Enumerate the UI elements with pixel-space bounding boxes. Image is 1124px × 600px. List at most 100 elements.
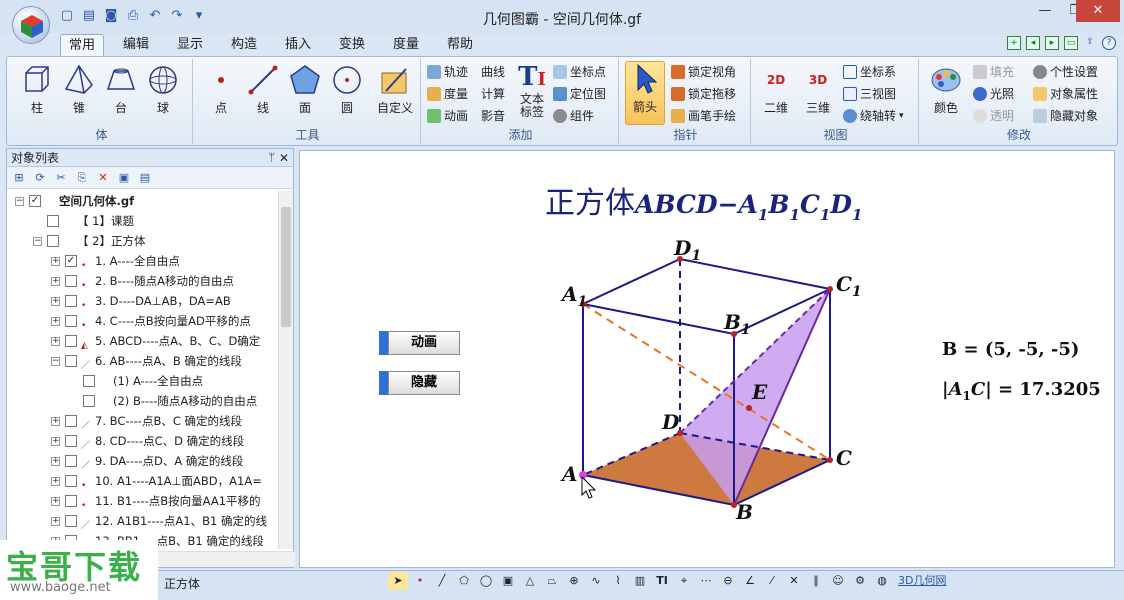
visibility-checkbox[interactable] [65, 295, 77, 307]
close-button[interactable]: ✕ [1076, 0, 1120, 22]
cone-tool-icon[interactable]: △ [520, 572, 540, 590]
2d-button[interactable]: 2D 二维 [757, 63, 795, 116]
tree-row[interactable]: (1) A----全自由点 [7, 371, 279, 391]
expand-toggle-icon[interactable]: + [51, 437, 60, 446]
frustum-button[interactable]: 台 [101, 63, 141, 116]
tree-row[interactable]: +【 1】课题 [7, 211, 279, 231]
fill-button[interactable]: 填充 [973, 63, 1014, 80]
expand-all-icon[interactable]: ⊞ [11, 171, 27, 184]
visibility-checkbox[interactable] [65, 355, 77, 367]
lock-view-button[interactable]: 锁定视角 [671, 63, 736, 80]
face-button[interactable]: 面 [285, 63, 325, 116]
visibility-checkbox[interactable] [65, 455, 77, 467]
properties-icon[interactable]: ▤ [137, 171, 153, 184]
visibility-checkbox[interactable] [65, 275, 77, 287]
visibility-checkbox[interactable] [65, 335, 77, 347]
tree-row[interactable]: (2) B----随点A移动的自由点 [7, 391, 279, 411]
transparent-button[interactable]: 透明 [973, 107, 1014, 124]
color-button[interactable]: 颜色 [925, 63, 967, 116]
visibility-checkbox[interactable] [65, 515, 77, 527]
tree-row[interactable]: + • 10. A1----A1A⊥面ABD，A1A= [7, 471, 279, 491]
tab-display[interactable]: 显示 [168, 34, 212, 56]
geometry-canvas[interactable]: 正方体ABCD−A1B1C1D1 A B C D A1 B1 C1 D1 E B… [299, 150, 1115, 568]
expand-toggle-icon[interactable]: − [51, 357, 60, 366]
prism-button[interactable]: 柱 [17, 63, 57, 116]
visibility-checkbox[interactable] [47, 235, 59, 247]
app-logo[interactable] [12, 6, 50, 44]
tree-row[interactable]: + • 3. D----DA⊥AB，DA=AB [7, 291, 279, 311]
tab-transform[interactable]: 变换 [330, 34, 374, 56]
point-tool-icon[interactable]: • [410, 572, 430, 590]
tree-row[interactable]: + • 11. B1----点B按向量AA1平移的 [7, 491, 279, 511]
tab-insert[interactable]: 插入 [276, 34, 320, 56]
expand-toggle-icon[interactable]: + [51, 297, 60, 306]
text-label-button[interactable]: TI 文本 标签 [515, 61, 549, 119]
tree-row[interactable]: + ◭ 5. ABCD----点A、B、C、D确定 [7, 331, 279, 351]
personal-settings-button[interactable]: 个性设置 [1033, 63, 1098, 80]
tree-row[interactable]: + ／ 7. BC----点B、C 确定的线段 [7, 411, 279, 431]
window-back-icon[interactable]: ◂ [1026, 36, 1040, 50]
tree-row[interactable]: + • 2. B----随点A移动的自由点 [7, 271, 279, 291]
visibility-checkbox[interactable] [65, 435, 77, 447]
curve-button[interactable]: 曲线 [481, 63, 505, 80]
visibility-checkbox[interactable] [65, 495, 77, 507]
circle-button[interactable]: 圆 [327, 63, 367, 116]
tree-row[interactable]: + ／ 8. CD----点C、D 确定的线段 [7, 431, 279, 451]
locate-image-button[interactable]: 定位图 [553, 85, 606, 102]
view3d-tool-icon[interactable]: ◍ [872, 572, 892, 590]
line-button[interactable]: 线 [243, 63, 283, 116]
animate-button[interactable]: 动画 [379, 331, 460, 355]
3d-geometry-link[interactable]: 3D几何网 [894, 572, 946, 590]
expand-toggle-icon[interactable]: + [51, 497, 60, 506]
line-tool-icon[interactable]: ╱ [432, 572, 452, 590]
segment-tool-icon[interactable]: ⁄ [762, 572, 782, 590]
three-view-button[interactable]: 三视图 [843, 85, 896, 102]
visibility-checkbox[interactable] [47, 215, 59, 227]
coord-system-button[interactable]: 坐标系 [843, 63, 896, 80]
expand-toggle-icon[interactable]: + [51, 337, 60, 346]
parallel-tool-icon[interactable]: ∥ [806, 572, 826, 590]
tab-construct[interactable]: 构造 [222, 34, 266, 56]
expand-toggle-icon[interactable]: − [15, 197, 24, 206]
object-properties-button[interactable]: 对象属性 [1033, 85, 1098, 102]
pyramid-button[interactable]: 锥 [59, 63, 99, 116]
close-icon[interactable]: ✕ [279, 149, 289, 167]
visibility-checkbox[interactable]: ✓ [65, 255, 77, 267]
expand-toggle-icon[interactable]: + [51, 257, 60, 266]
smile-tool-icon[interactable]: ☺ [828, 572, 848, 590]
sphere-tool-icon[interactable]: ⊕ [564, 572, 584, 590]
tree-row[interactable]: − 【 2】正方体 [7, 231, 279, 251]
polygon-tool-icon[interactable]: ⬠ [454, 572, 474, 590]
minimize-button[interactable]: — [1030, 0, 1060, 22]
tab-edit[interactable]: 编辑 [114, 34, 158, 56]
intersect-tool-icon[interactable]: ✕ [784, 572, 804, 590]
tree-row[interactable]: − ／ 6. AB----点A、B 确定的线段 [7, 351, 279, 371]
copy-icon[interactable]: ⎘ [74, 171, 90, 185]
refresh-icon[interactable]: ⟳ [32, 171, 48, 184]
media-button[interactable]: 影音 [481, 107, 505, 124]
help-icon[interactable]: ? [1102, 36, 1116, 50]
hide-object-button[interactable]: 隐藏对象 [1033, 107, 1098, 124]
expand-toggle-icon[interactable]: + [51, 477, 60, 486]
rotate-axis-button[interactable]: 绕轴转 ▾ [843, 107, 904, 124]
pin-icon[interactable]: ⇪ [1083, 36, 1097, 50]
window-add-icon[interactable]: + [1007, 36, 1021, 50]
tree-row[interactable]: + ／ 12. A1B1----点A1、B1 确定的线 [7, 511, 279, 531]
lock-drag-button[interactable]: 锁定拖移 [671, 85, 736, 102]
animation-button[interactable]: 动画 [427, 107, 468, 124]
settings-tool-icon[interactable]: ⚙ [850, 572, 870, 590]
window-layout-icon[interactable]: ▭ [1064, 36, 1078, 50]
circle-tool-icon[interactable]: ◯ [476, 572, 496, 590]
scroll-thumb[interactable] [281, 207, 291, 327]
lighting-button[interactable]: 光照 [973, 85, 1014, 102]
more-tool-icon[interactable]: ⋯ [696, 572, 716, 590]
coord-point-button[interactable]: 坐标点 [553, 63, 606, 80]
angle-tool-icon[interactable]: ∠ [740, 572, 760, 590]
custom-button[interactable]: 自定义 [373, 63, 417, 116]
expand-toggle-icon[interactable]: + [51, 517, 60, 526]
tab-measure[interactable]: 度量 [384, 34, 428, 56]
tree-row[interactable]: + ✓ • 1. A----全自由点 [7, 251, 279, 271]
hide-button[interactable]: 隐藏 [379, 371, 460, 395]
expand-toggle-icon[interactable]: − [33, 237, 42, 246]
cube-tool-icon[interactable]: ▣ [498, 572, 518, 590]
